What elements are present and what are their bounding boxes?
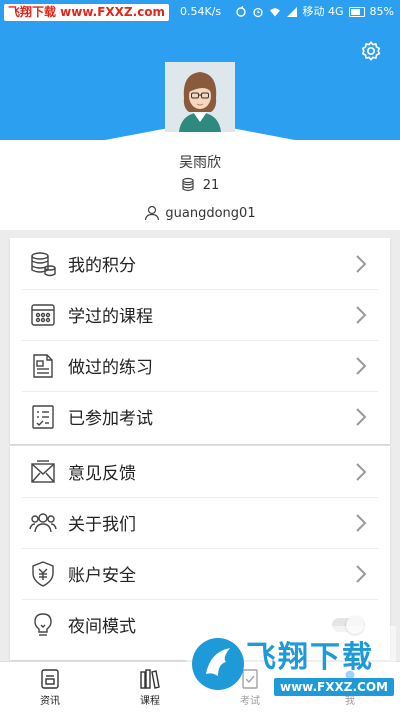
menu-label: 账户安全: [68, 566, 136, 586]
menu-item-learned-courses[interactable]: 学过的课程: [10, 289, 390, 340]
settings-gear-icon[interactable]: [360, 40, 382, 62]
chevron-right-icon: [356, 462, 367, 481]
menu-item-account-security[interactable]: 账户安全: [10, 548, 390, 599]
avatar[interactable]: [165, 62, 235, 132]
profile-name: 吴雨欣: [179, 155, 221, 171]
nav-label: 资讯: [40, 696, 60, 707]
menu-item-about-us[interactable]: 关于我们: [10, 497, 390, 548]
sync-icon: [235, 6, 246, 17]
menu-item-feedback[interactable]: 意见反馈: [10, 446, 390, 497]
calendar-icon: [28, 300, 58, 330]
menu-label: 学过的课程: [68, 307, 153, 327]
alarm-icon: [252, 7, 263, 18]
menu-label: 关于我们: [68, 515, 136, 535]
menu-item-joined-exams[interactable]: 已参加考试: [10, 391, 390, 442]
books-icon: [140, 669, 160, 689]
signal-icon: [286, 7, 297, 17]
status-icons: 移动 4G 85%: [235, 4, 394, 20]
watermark-logo-icon: [192, 638, 244, 690]
points-row: 21: [0, 177, 400, 193]
chevron-right-icon: [356, 305, 367, 324]
battery-icon: [348, 7, 365, 17]
watermark-top: 飞翔下载 www.FXXZ.com: [4, 4, 170, 21]
watermark-title: 飞翔下载: [246, 640, 374, 675]
coins-icon: [28, 249, 58, 279]
chevron-right-icon: [356, 513, 367, 532]
people-icon: [28, 508, 58, 538]
watermark-bottom: 飞翔下载 www.FXXZ.COM: [186, 626, 396, 710]
battery-level: 85%: [369, 5, 394, 18]
menu-item-my-points[interactable]: 我的积分: [10, 238, 390, 289]
shield-icon: [28, 559, 58, 589]
menu-label: 已参加考试: [68, 409, 153, 429]
coins-icon: [182, 177, 194, 192]
chevron-right-icon: [356, 407, 367, 426]
watermark-url: www.FXXZ.COM: [274, 678, 394, 696]
avatar-illustration: [165, 62, 235, 132]
lightbulb-icon: [28, 610, 58, 640]
chevron-right-icon: [356, 564, 367, 583]
envelope-icon: [28, 457, 58, 487]
menu-label: 我的积分: [68, 256, 136, 276]
nav-label: 课程: [140, 696, 160, 707]
points-value: 21: [202, 177, 220, 193]
menu-card-records: 我的积分 学过的课程 做过的练习 已参加考试: [10, 238, 390, 444]
wifi-icon: [269, 8, 280, 17]
carrier-label: 移动 4G: [302, 5, 344, 18]
nav-tab-courses[interactable]: 课程: [100, 662, 200, 713]
checklist-icon: [28, 402, 58, 432]
username-row: guangdong01: [0, 205, 400, 221]
username: guangdong01: [165, 205, 256, 221]
document-icon: [28, 351, 58, 381]
status-bar: 飞翔下载 www.FXXZ.com 0.54K/s 移动 4G 85%: [0, 0, 400, 24]
menu-item-done-exercises[interactable]: 做过的练习: [10, 340, 390, 391]
network-speed: 0.54K/s: [180, 5, 222, 18]
menu-label: 意见反馈: [68, 464, 136, 484]
news-icon: [41, 669, 59, 689]
nav-tab-news[interactable]: 资讯: [0, 662, 100, 713]
user-icon: [145, 205, 160, 221]
chevron-right-icon: [356, 356, 367, 375]
menu-label: 做过的练习: [68, 358, 153, 378]
chevron-right-icon: [356, 254, 367, 273]
